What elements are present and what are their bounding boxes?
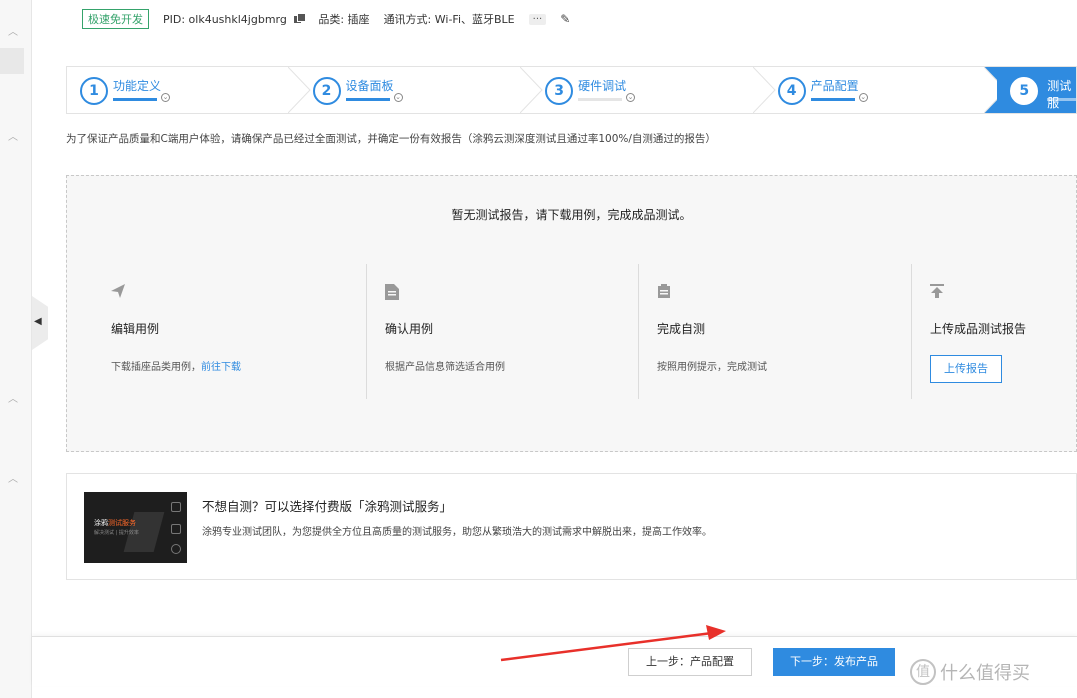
test-report-panel: 暂无测试报告，请下载用例，完成成品测试。 编辑用例 下载插座品类用例，前往下载 … <box>66 175 1077 452</box>
step-number: 1 <box>80 77 108 105</box>
step-title: 测试服 <box>1047 79 1072 110</box>
next-step-button[interactable]: 下一步：发布产品 <box>773 648 895 676</box>
step-title: 硬件调试 <box>578 79 627 93</box>
column-desc: 按照用例提示，完成测试 <box>657 362 767 373</box>
column-desc-text: 下载插座品类用例， <box>111 362 201 373</box>
watermark-text: 什么值得买 <box>940 663 1030 684</box>
download-link[interactable]: 前往下载 <box>201 362 241 373</box>
pid-group: PID: olk4ushkl4jgbmrg <box>163 12 307 26</box>
left-rail: ︿ ︿ ︿ ︿ <box>0 0 32 698</box>
step-progress <box>345 98 390 101</box>
lock-icon <box>171 544 181 554</box>
service-description: 涂鸦专业测试团队，为您提供全方位且高质量的测试服务，助您从繁琐浩大的测试需求中解… <box>202 527 712 538</box>
empty-report-message: 暂无测试报告，请下载用例，完成成品测试。 <box>451 208 692 222</box>
column-desc: 根据产品信息筛选适合用例 <box>385 362 505 373</box>
test-notice: 为了保证产品质量和C端用户体验，请确保产品已经过全面测试，并确定一份有效报告（涂… <box>66 133 716 145</box>
step-progress <box>578 98 623 101</box>
step-product-config[interactable]: 4 产品配置 ⌄ <box>765 67 1009 113</box>
copy-icon[interactable] <box>294 12 307 23</box>
category-text: 品类: 插座 <box>318 13 370 26</box>
step-hardware-debug[interactable]: 3 硬件调试 ⌄ <box>532 67 776 113</box>
product-info-bar: 极速免开发 PID: olk4ushkl4jgbmrg 品类: 插座 通讯方式:… <box>82 9 570 29</box>
thumbnail-subtitle: 解决测试 | 提升效率 <box>94 530 139 536</box>
column-divider <box>638 264 639 399</box>
column-title: 确认用例 <box>385 322 434 336</box>
step-progress <box>1047 98 1077 101</box>
watermark: 值 什么值得买 <box>910 657 1070 687</box>
sidebar-collapse-tab[interactable]: ◀ <box>32 296 48 350</box>
step-device-panel[interactable]: 2 设备面板 ⌄ <box>300 67 543 113</box>
step-title: 设备面板 <box>345 79 394 93</box>
pid-text: PID: olk4ushkl4jgbmrg <box>163 12 287 26</box>
step-function-definition[interactable]: 1 功能定义 ⌄ <box>67 67 311 113</box>
step-number: 5 <box>1010 77 1039 105</box>
column-title: 完成自测 <box>657 322 706 336</box>
caret-left-icon: ◀ <box>34 316 42 327</box>
service-title: 不想自测？可以选择付费版「涂鸦测试服务」 <box>202 499 453 514</box>
chevron-down-icon[interactable]: ⌄ <box>858 93 868 102</box>
step-title: 功能定义 <box>113 79 162 93</box>
upload-report-button[interactable]: 上传报告 <box>930 355 1002 383</box>
step-title: 产品配置 <box>810 79 859 93</box>
monitor-icon <box>171 502 181 512</box>
chevron-up-icon[interactable]: ︿ <box>6 26 20 40</box>
column-divider <box>911 264 912 399</box>
edit-icon[interactable]: ✎ <box>560 12 570 26</box>
send-icon <box>111 284 125 300</box>
service-thumbnail: 涂鸦测试服务 解决测试 | 提升效率 <box>84 492 187 563</box>
step-progress <box>113 98 157 101</box>
chevron-down-icon[interactable]: ⌄ <box>393 93 403 102</box>
step-number: 2 <box>312 77 341 105</box>
document-icon <box>385 284 399 300</box>
column-title: 上传成品测试报告 <box>930 322 1027 336</box>
step-number: 3 <box>545 77 574 105</box>
step-wizard: 1 功能定义 ⌄ 2 设备面板 ⌄ 3 硬件调试 ⌄ 4 产品配置 ⌄ 5 测试… <box>66 66 1077 114</box>
chevron-down-icon[interactable]: ⌄ <box>161 93 170 102</box>
step-number: 4 <box>777 77 806 105</box>
chevron-up-icon[interactable]: ︿ <box>6 131 20 145</box>
chevron-up-icon[interactable]: ︿ <box>6 393 20 407</box>
thumbnail-title-b: 测试服务 <box>108 519 136 527</box>
more-button[interactable]: ··· <box>528 13 547 25</box>
column-desc: 下载插座品类用例，前往下载 <box>111 358 241 373</box>
chevron-down-icon[interactable]: ⌄ <box>626 93 636 102</box>
column-divider <box>366 264 367 399</box>
step-progress <box>810 98 855 101</box>
clipboard-icon <box>657 284 671 300</box>
watermark-logo: 值 <box>910 659 936 685</box>
paid-test-service-card[interactable]: 涂鸦测试服务 解决测试 | 提升效率 不想自测？可以选择付费版「涂鸦测试服务」 … <box>66 473 1077 580</box>
comm-text: 通讯方式: Wi-Fi、蓝牙BLE <box>383 13 515 26</box>
upload-icon <box>930 284 944 300</box>
fast-dev-badge: 极速免开发 <box>82 9 149 29</box>
step-test-service[interactable]: 5 测试服 <box>997 67 1077 113</box>
thumbnail-title-a: 涂鸦 <box>94 519 108 527</box>
rail-selected-item[interactable] <box>0 48 24 74</box>
previous-step-button[interactable]: 上一步：产品配置 <box>628 648 752 676</box>
thumbnail-title: 涂鸦测试服务 <box>94 518 136 528</box>
column-title: 编辑用例 <box>111 322 160 336</box>
chevron-up-icon[interactable]: ︿ <box>6 473 20 487</box>
phone-icon <box>171 524 181 534</box>
